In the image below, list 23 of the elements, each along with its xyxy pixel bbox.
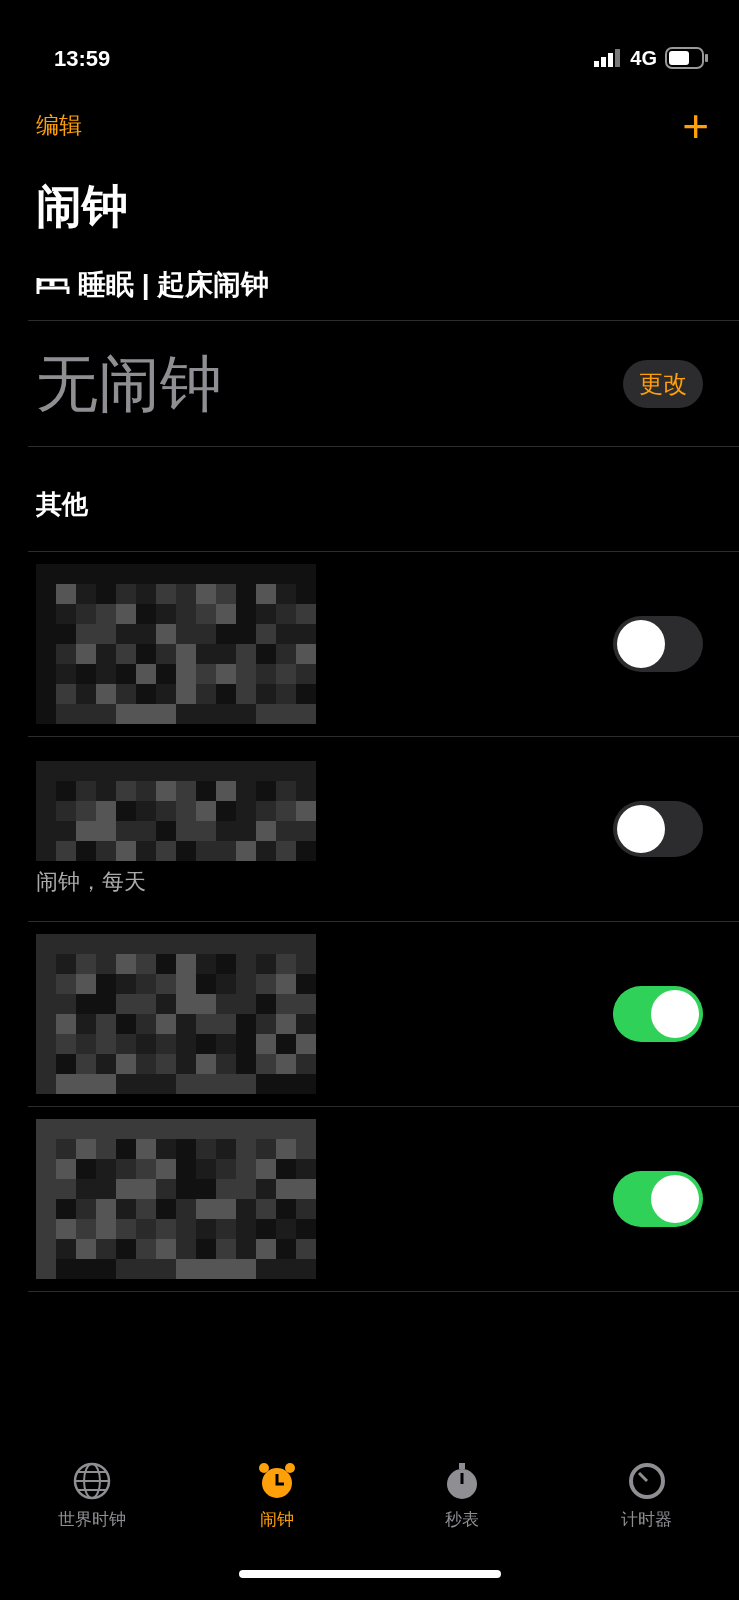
add-button[interactable]: + [682,91,709,161]
timer-icon [626,1461,667,1501]
battery-icon [665,47,709,69]
alarm-label: 闹钟，每天 [36,867,147,896]
alarm-clock-icon [257,1461,298,1501]
network-label: 4G [630,46,657,71]
section-header: 睡眠 | 起床闹钟 [78,268,270,302]
tab[interactable]: 世界时钟 [12,1460,173,1534]
clock-time: 13:59 [54,44,111,73]
toggle-switch[interactable] [613,986,703,1042]
signal-icon [594,49,623,67]
toggle-switch[interactable] [613,801,703,857]
tab[interactable]: 计时器 [566,1460,727,1534]
tab[interactable]: 闹钟 [197,1460,358,1534]
globe-icon [72,1461,113,1501]
page-title: 闹钟 [35,179,129,234]
toggle-switch[interactable] [613,1171,703,1227]
empty-state: 无闹钟 [36,348,222,420]
section-header: 其他 [35,488,89,521]
edit-link[interactable]: 编辑 [36,109,82,143]
toggle-switch[interactable] [613,616,703,672]
tab[interactable]: 秒表 [381,1460,542,1534]
change-button[interactable]: 更改 [623,359,703,408]
